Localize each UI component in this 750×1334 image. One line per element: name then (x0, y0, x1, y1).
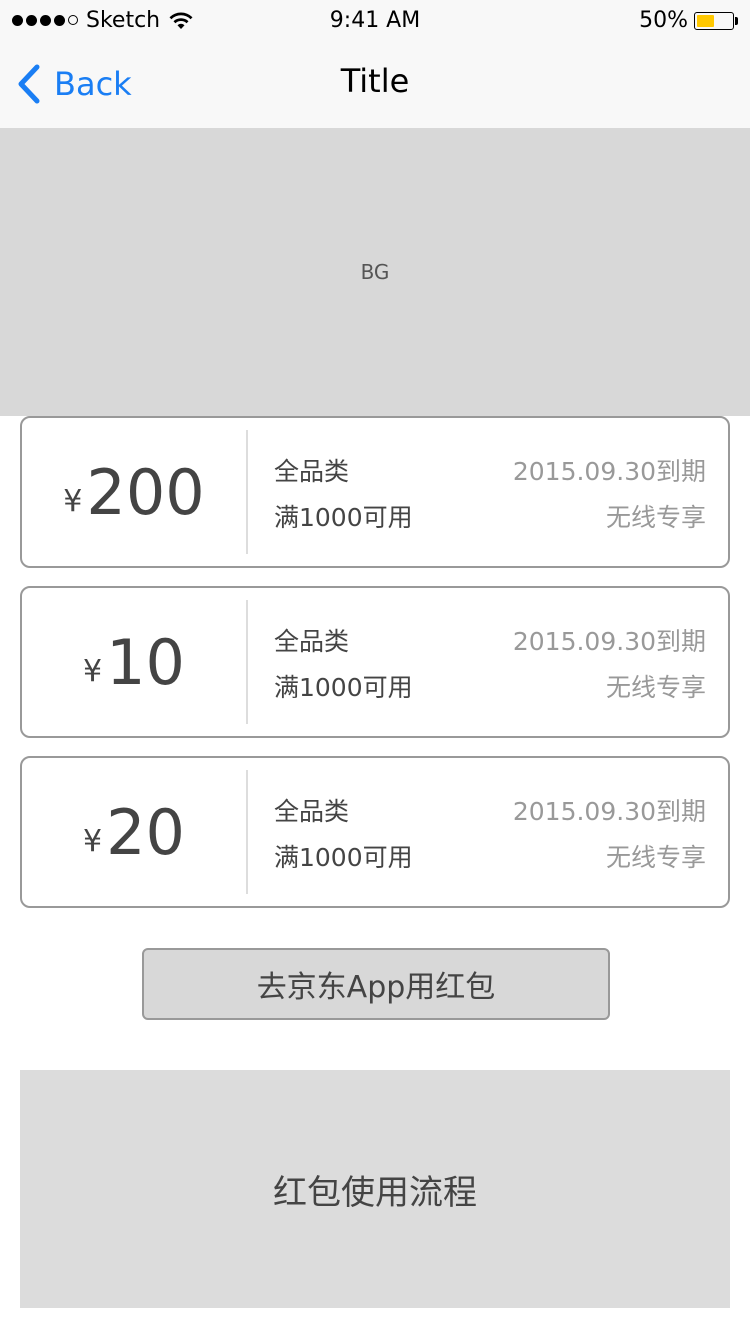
usage-process-label: 红包使用流程 (273, 1172, 477, 1213)
status-right: 50% (639, 8, 738, 33)
coupon-divider (246, 430, 248, 554)
coupon-amount: ¥ 10 (22, 588, 246, 736)
currency-symbol: ¥ (83, 653, 103, 689)
coupon-expiry: 2015.09.30到期 (512, 457, 706, 486)
coupon-expiry: 2015.09.30到期 (512, 797, 706, 826)
coupon-value: 200 (86, 455, 205, 529)
banner-label: BG (360, 260, 390, 284)
coupon-condition: 满1000可用 (274, 673, 413, 702)
battery-icon (694, 11, 734, 30)
coupon-card[interactable]: ¥ 20 全品类 满1000可用 2015.09.30到期 无线专享 (20, 756, 730, 908)
coupon-category: 全品类 (274, 457, 350, 486)
battery-nub (735, 16, 738, 25)
coupon-card[interactable]: ¥ 200 全品类 满1000可用 2015.09.30到期 无线专享 (20, 416, 730, 568)
coupon-category: 全品类 (274, 797, 350, 826)
currency-symbol: ¥ (63, 483, 83, 519)
currency-symbol: ¥ (83, 823, 103, 859)
coupon-value: 10 (106, 625, 185, 699)
coupon-category: 全品类 (274, 627, 350, 656)
coupon-channel: 无线专享 (605, 843, 706, 872)
battery-fill (697, 14, 714, 27)
status-bar: Sketch 9:41 AM 50% (0, 0, 750, 40)
usage-process-panel[interactable]: 红包使用流程 (20, 1070, 730, 1308)
battery-percent: 50% (639, 8, 688, 33)
coupon-value: 20 (106, 795, 185, 869)
coupon-condition: 满1000可用 (274, 843, 413, 872)
coupon-channel: 无线专享 (605, 503, 706, 532)
status-time: 9:41 AM (329, 8, 421, 33)
coupon-amount: ¥ 200 (22, 418, 246, 566)
page-title: Title (340, 62, 410, 100)
use-in-app-button[interactable]: 去京东App用红包 (142, 948, 610, 1020)
coupon-divider (246, 600, 248, 724)
banner-image: BG (0, 128, 750, 416)
coupon-expiry: 2015.09.30到期 (512, 627, 706, 656)
coupon-divider (246, 770, 248, 894)
coupon-amount: ¥ 20 (22, 758, 246, 906)
coupon-channel: 无线专享 (605, 673, 706, 702)
navigation-bar: Back Title (0, 40, 750, 128)
coupon-card[interactable]: ¥ 10 全品类 满1000可用 2015.09.30到期 无线专享 (20, 586, 730, 738)
coupon-condition: 满1000可用 (274, 503, 413, 532)
